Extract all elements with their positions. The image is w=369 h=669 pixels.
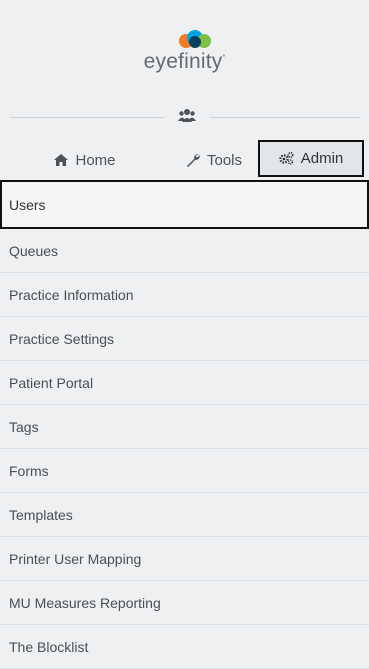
tab-home[interactable]: Home — [35, 144, 135, 176]
gears-icon — [279, 152, 294, 165]
users-group-icon — [178, 109, 196, 122]
menu-item-practice-information[interactable]: Practice Information — [0, 273, 369, 317]
admin-sidebar-panel: eyefinity* Home Tools Admin Users Queues… — [0, 0, 369, 669]
section-divider — [0, 100, 369, 132]
menu-item-label: Templates — [9, 506, 73, 523]
menu-item-templates[interactable]: Templates — [0, 493, 369, 537]
admin-menu: Users Queues Practice Information Practi… — [0, 180, 369, 669]
tab-tools-label: Tools — [206, 151, 243, 169]
menu-item-printer-user-mapping[interactable]: Printer User Mapping — [0, 537, 369, 581]
menu-item-label: Practice Information — [9, 286, 134, 303]
menu-item-label: Practice Settings — [9, 330, 115, 347]
tab-admin-label: Admin — [300, 150, 344, 167]
brand-logo: eyefinity* — [0, 0, 369, 92]
divider-line-left — [10, 117, 165, 118]
wrench-icon — [186, 154, 200, 167]
tab-admin[interactable]: Admin — [258, 140, 364, 177]
menu-item-patient-portal[interactable]: Patient Portal — [0, 361, 369, 405]
menu-item-label: Printer User Mapping — [9, 550, 142, 567]
tab-tools[interactable]: Tools — [164, 144, 264, 176]
menu-item-label: Queues — [9, 242, 59, 259]
tab-home-label: Home — [75, 151, 116, 169]
menu-item-label: Users — [9, 196, 46, 213]
nav-tabs: Home Tools Admin — [0, 138, 369, 180]
menu-item-mu-measures-reporting[interactable]: MU Measures Reporting — [0, 581, 369, 625]
menu-item-queues[interactable]: Queues — [0, 229, 369, 273]
menu-item-label: The Blocklist — [9, 638, 89, 655]
menu-item-tags[interactable]: Tags — [0, 405, 369, 449]
brand-name: eyefinity — [143, 50, 223, 73]
divider-line-right — [210, 117, 360, 118]
menu-item-forms[interactable]: Forms — [0, 449, 369, 493]
menu-item-label: Forms — [9, 462, 49, 479]
brand-trademark: * — [222, 54, 226, 61]
menu-item-practice-settings[interactable]: Practice Settings — [0, 317, 369, 361]
menu-item-users[interactable]: Users — [0, 180, 369, 229]
menu-item-label: MU Measures Reporting — [9, 594, 161, 611]
menu-item-label: Tags — [9, 418, 39, 435]
menu-item-label: Patient Portal — [9, 374, 94, 391]
menu-item-the-blocklist[interactable]: The Blocklist — [0, 625, 369, 669]
eyefinity-logo-icon — [179, 30, 211, 48]
home-icon — [54, 154, 69, 166]
